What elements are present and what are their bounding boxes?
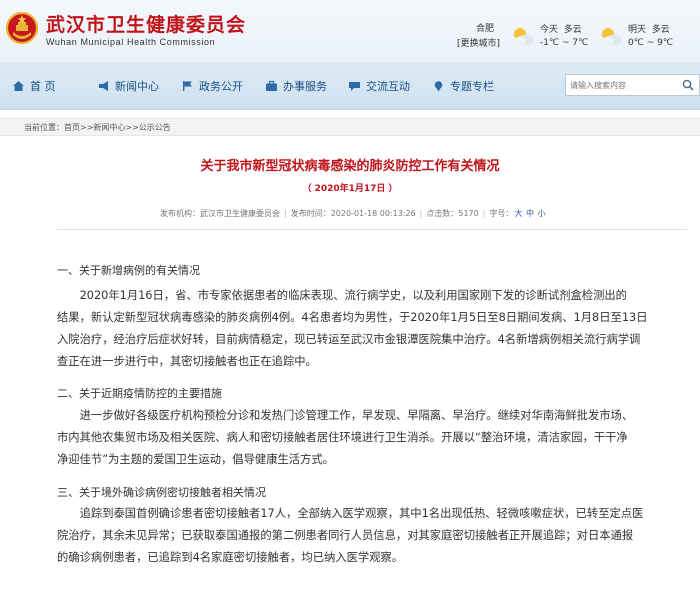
home-icon <box>13 81 24 91</box>
flag-icon <box>183 81 192 91</box>
publish-time: 发布时间：2020-01-18 00:13:26 <box>290 209 416 218</box>
site-title[interactable]: 武汉市卫生健康委员会 <box>46 10 246 37</box>
paragraph-line: 查正在进一步进行中，其密切接触者也正在追踪中。 <box>57 355 317 368</box>
paragraph-line: 进一步做好各级医疗机构预检分诊和发热门诊管理工作，早发现、早隔离、早治疗。继续对… <box>57 409 634 422</box>
nav-interaction[interactable]: 交流互动 <box>348 77 410 95</box>
search-box <box>565 74 700 96</box>
article-meta: 发布机构：武汉市卫生健康委员会 | 发布时间：2020-01-18 00:13:26… <box>160 209 546 218</box>
partly-cloudy-icon <box>602 28 622 45</box>
nav-services[interactable]: 办事服务 <box>265 77 327 95</box>
breadcrumb-text[interactable]: 当前位置：首页>>新闻中心>>公示公告 <box>24 122 171 133</box>
today-temperature: -1℃ ~ 7℃ <box>540 38 589 48</box>
pin-icon <box>434 81 443 92</box>
partly-cloudy-icon <box>514 28 534 45</box>
briefcase-icon <box>266 80 277 91</box>
search-button[interactable] <box>678 75 698 95</box>
tomorrow-temperature: 0℃ ~ 9℃ <box>628 38 673 48</box>
paragraph-line: 市内其他农集贸市场及相关医院、病人和密切接触者居住环境进行卫生消杀。开展以“整治… <box>57 431 628 444</box>
paragraph-line: 净迎佳节”为主题的爱国卫生运动，倡导健康生活方式。 <box>57 453 334 466</box>
today-weather-label: 今天 多云 <box>540 25 582 35</box>
paragraph-line: 追踪到泰国首例确诊患者密切接触者17人，全部纳入医学观察，其中1名出现低热、轻微… <box>57 507 644 520</box>
section-heading: 三、关于境外确诊病例密切接触者相关情况 <box>57 486 266 499</box>
section-paragraph: 追踪到泰国首例确诊患者密切接触者17人，全部纳入医学观察，其中1名出现低热、轻微… <box>57 503 687 569</box>
nav-interaction-label: 交流互动 <box>366 80 410 93</box>
article-title: 关于我市新型冠状病毒感染的肺炎防控工作有关情况 <box>200 159 500 174</box>
paragraph-line: 院治疗，其余未见异常；已获取泰国通报的第二例患者同行人员信息，对其家庭密切接触者… <box>57 529 634 542</box>
article-date: （ 2020年1月17日 ） <box>302 184 398 194</box>
national-emblem-icon[interactable] <box>5 10 39 46</box>
click-count: 点击数：5170 <box>426 209 479 218</box>
paragraph-line: 入院治疗，经治疗后症状好转，目前病情稳定，现已转运至武汉市金银潭医院集中治疗。4… <box>57 333 641 346</box>
nav-services-label: 办事服务 <box>283 80 327 93</box>
nav-government-affairs-label: 政务公开 <box>199 80 243 93</box>
tomorrow-weather-label: 明天 多云 <box>628 25 670 35</box>
paragraph-line: 2020年1月16日，省、市专家依据患者的临床表现、流行病学史，以及利用国家刚下… <box>57 289 627 302</box>
chat-icon <box>349 82 360 91</box>
font-size-large[interactable]: 大 <box>514 209 522 218</box>
font-size-small[interactable]: 小 <box>538 209 546 218</box>
divider <box>57 229 687 230</box>
font-size-label: 字号： <box>489 209 514 218</box>
nav-news-center-label: 新闻中心 <box>115 80 159 93</box>
megaphone-icon <box>99 81 108 91</box>
site-header: 武汉市卫生健康委员会 Wuhan Municipal Health Commis… <box>0 0 700 62</box>
change-city-link[interactable]: [更换城市] <box>457 36 500 49</box>
section-heading: 二、关于近期疫情防控的主要措施 <box>57 387 222 400</box>
current-city: 合肥 <box>475 24 494 34</box>
section-heading: 一、关于新增病例的有关情况 <box>57 264 200 277</box>
search-icon <box>682 79 694 91</box>
section-paragraph: 进一步做好各级医疗机构预检分诊和发热门诊管理工作，早发现、早隔离、早治疗。继续对… <box>57 405 687 471</box>
paragraph-line: 的确诊病例患者，已追踪到4名家庭密切接触者，均已纳入医学观察。 <box>57 551 404 564</box>
paragraph-line: 结果，新认定新型冠状病毒感染的肺炎病例4例。4名患者均为男性，于2020年1月5… <box>57 311 648 324</box>
section-paragraph: 2020年1月16日，省、市专家依据患者的临床表现、流行病学史，以及利用国家刚下… <box>57 285 687 373</box>
nav-special-topics-label: 专题专栏 <box>450 80 494 93</box>
nav-government-affairs[interactable]: 政务公开 <box>181 77 243 95</box>
nav-special-topics[interactable]: 专题专栏 <box>432 77 494 95</box>
nav-home-label: 首 页 <box>30 80 56 93</box>
nav-news-center[interactable]: 新闻中心 <box>97 77 159 95</box>
publisher: 发布机构：武汉市卫生健康委员会 <box>160 209 280 218</box>
search-input[interactable] <box>566 76 678 94</box>
site-subtitle: Wuhan Municipal Health Commission <box>46 37 216 47</box>
main-navbar: 首 页 新闻中心 政务公开 办事服务 交流互动 专题专栏 <box>0 62 700 110</box>
font-size-medium[interactable]: 中 <box>526 209 534 218</box>
nav-home[interactable]: 首 页 <box>12 77 56 95</box>
breadcrumb: 当前位置：首页>>新闻中心>>公示公告 <box>0 118 700 136</box>
